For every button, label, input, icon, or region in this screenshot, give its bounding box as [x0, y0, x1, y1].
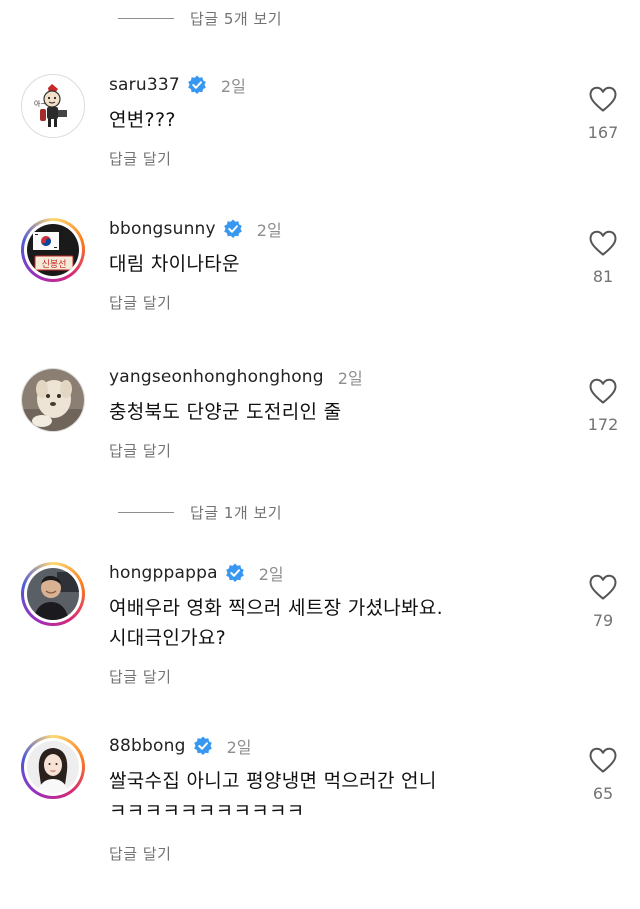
view-replies-label: 답글 1개 보기: [190, 503, 283, 522]
comment-header: hongppappa 2일: [109, 560, 284, 586]
comment-text: 여배우라 영화 찍으러 세트장 가셨나봐요. 시대극인가요?: [109, 593, 443, 653]
username[interactable]: hongppappa: [109, 563, 218, 583]
verified-badge-icon: [223, 219, 243, 239]
timestamp: 2일: [220, 77, 246, 96]
like-count[interactable]: 79: [583, 611, 623, 630]
reply-button[interactable]: 답글 달기: [109, 148, 171, 169]
comment-text-line: 시대극인가요?: [109, 627, 227, 649]
timestamp: 2일: [258, 565, 284, 584]
timestamp: 2일: [337, 369, 363, 388]
korean-flag-name-tag-avatar-icon: 신봉선: [27, 224, 79, 276]
view-replies-label: 답글 5개 보기: [190, 9, 283, 28]
like-count[interactable]: 81: [583, 267, 623, 286]
view-replies-button[interactable]: 답글 1개 보기: [118, 500, 282, 524]
heart-icon[interactable]: [588, 84, 618, 114]
avatar[interactable]: [21, 562, 85, 626]
svg-text:아~: 아~: [34, 99, 46, 108]
divider-line: [118, 511, 174, 513]
view-replies-button[interactable]: 답글 5개 보기: [118, 6, 282, 30]
comment-header: bbongsunny 2일: [109, 216, 282, 242]
like-group: 79: [583, 572, 623, 630]
comment-header: yangseonhonghonghong 2일: [109, 364, 363, 390]
username[interactable]: 88bbong: [109, 736, 186, 756]
svg-text:신봉선: 신봉선: [42, 259, 67, 270]
woman-photo-avatar-icon: [27, 741, 79, 793]
reply-button[interactable]: 답글 달기: [109, 440, 171, 461]
cartoon-character-avatar-icon: 아~: [22, 75, 84, 137]
comment-text-line: 쌀국수집 아니고 평양냉면 먹으러간 언니: [109, 770, 437, 792]
timestamp: 2일: [226, 738, 252, 757]
reply-button[interactable]: 답글 달기: [109, 292, 171, 313]
comment-text: 대림 차이나타운: [109, 253, 240, 275]
comment-text: 쌀국수집 아니고 평양냉면 먹으러간 언니 ㅋㅋㅋㅋㅋㅋㅋㅋㅋㅋㅋ: [109, 766, 437, 826]
username[interactable]: saru337: [109, 75, 180, 95]
avatar[interactable]: 아~: [21, 74, 85, 138]
avatar[interactable]: 신봉선: [21, 218, 85, 282]
avatar[interactable]: [21, 368, 85, 432]
like-group: 172: [583, 376, 623, 434]
heart-icon[interactable]: [588, 376, 618, 406]
avatar[interactable]: [21, 735, 85, 799]
verified-badge-icon: [193, 736, 213, 756]
man-photo-avatar-icon: [27, 568, 79, 620]
username[interactable]: yangseonhonghonghong: [109, 367, 324, 387]
verified-badge-icon: [225, 563, 245, 583]
heart-icon[interactable]: [588, 745, 618, 775]
comment-text-line: 여배우라 영화 찍으러 세트장 가셨나봐요.: [109, 597, 443, 619]
reply-button[interactable]: 답글 달기: [109, 666, 171, 687]
comment-header: saru337 2일: [109, 72, 246, 98]
verified-badge-icon: [187, 75, 207, 95]
comment-text-line: ㅋㅋㅋㅋㅋㅋㅋㅋㅋㅋㅋ: [109, 800, 305, 822]
puppy-photo-avatar-icon: [22, 369, 84, 431]
comment-header: 88bbong 2일: [109, 733, 252, 759]
like-group: 167: [583, 84, 623, 142]
like-count[interactable]: 167: [583, 123, 623, 142]
like-count[interactable]: 65: [583, 784, 623, 803]
heart-icon[interactable]: [588, 572, 618, 602]
like-group: 81: [583, 228, 623, 286]
timestamp: 2일: [256, 221, 282, 240]
heart-icon[interactable]: [588, 228, 618, 258]
comment-text: 충청북도 단양군 도전리인 줄: [109, 401, 342, 423]
username[interactable]: bbongsunny: [109, 219, 216, 239]
comment-text: 연변???: [109, 109, 176, 131]
reply-button[interactable]: 답글 달기: [109, 843, 171, 864]
like-group: 65: [583, 745, 623, 803]
divider-line: [118, 17, 174, 19]
like-count[interactable]: 172: [583, 415, 623, 434]
